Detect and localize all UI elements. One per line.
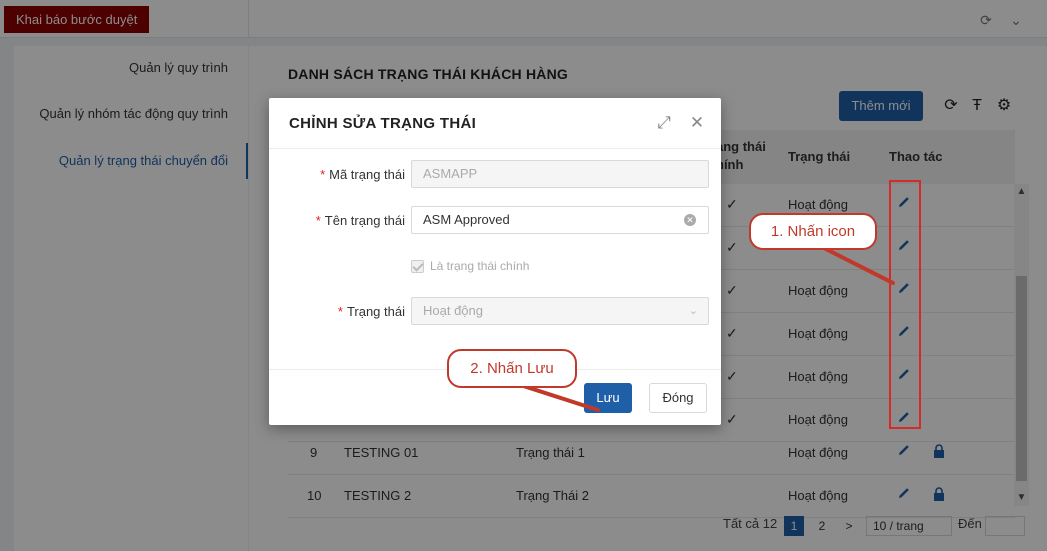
- code-label: * Mã trạng thái: [320, 167, 405, 182]
- name-value: ASM Approved: [423, 212, 510, 227]
- status-select[interactable]: Hoạt động ⌄: [411, 297, 709, 325]
- status-label: * Trạng thái: [337, 304, 405, 319]
- modal-title: CHỈNH SỬA TRẠNG THÁI: [289, 115, 477, 132]
- clear-icon[interactable]: ✕: [684, 214, 696, 226]
- close-icon[interactable]: ✕: [686, 112, 708, 134]
- chevron-down-icon: ⌄: [688, 305, 698, 317]
- name-label: * Tên trạng thái: [315, 213, 405, 228]
- code-field[interactable]: ASMAPP: [411, 160, 709, 188]
- name-field[interactable]: ASM Approved ✕: [411, 206, 709, 234]
- annotation-callout-1: 1. Nhấn icon: [749, 213, 877, 250]
- checkbox-icon[interactable]: [411, 260, 424, 274]
- code-value: ASMAPP: [423, 166, 478, 181]
- edit-icons-highlight: [889, 180, 921, 429]
- status-value: Hoạt động: [423, 303, 483, 318]
- annotation-callout-2: 2. Nhấn Lưu: [447, 349, 577, 388]
- close-button[interactable]: Đóng: [649, 383, 707, 413]
- save-button[interactable]: Lưu: [584, 383, 632, 413]
- main-status-checkbox[interactable]: Là trạng thái chính: [411, 259, 530, 274]
- modal-header: CHỈNH SỬA TRẠNG THÁI ⤢ ✕: [269, 98, 721, 149]
- main-status-checkbox-label: Là trạng thái chính: [430, 259, 530, 273]
- fullscreen-icon[interactable]: ⤢: [653, 112, 675, 134]
